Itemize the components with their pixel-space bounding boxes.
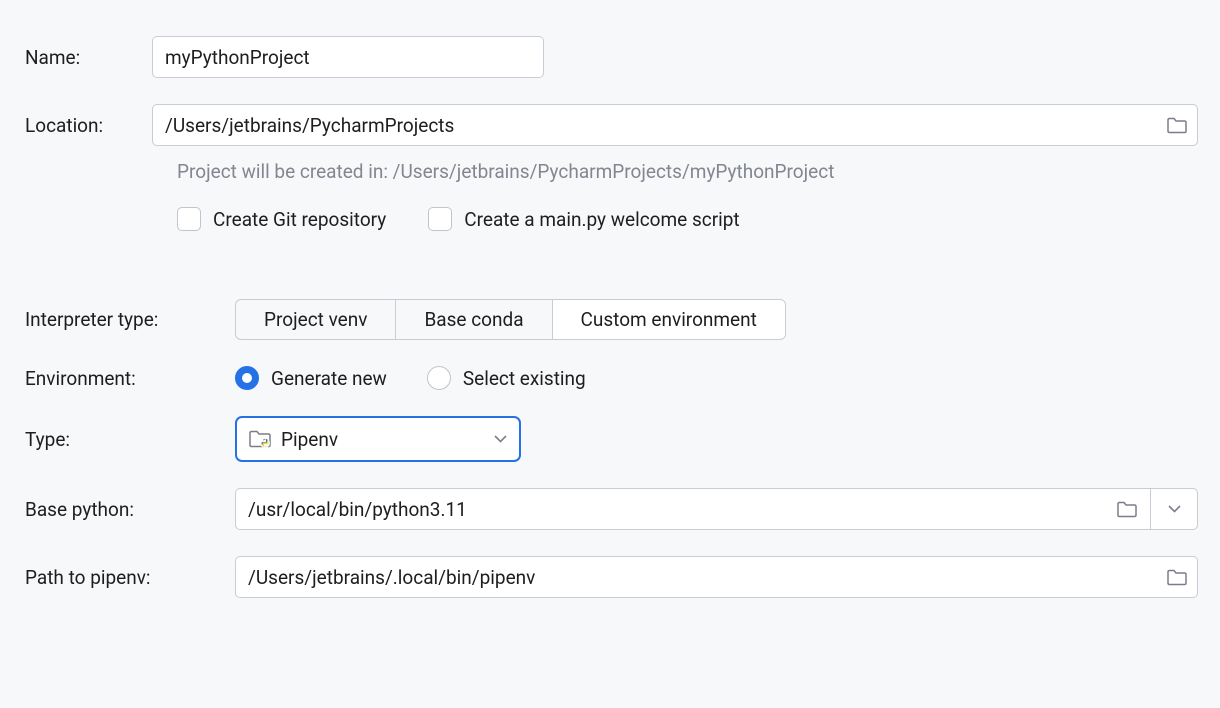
folder-icon — [1167, 117, 1187, 134]
checkbox-box — [428, 207, 452, 231]
python-folder-icon — [249, 430, 271, 449]
segment-custom-environment[interactable]: Custom environment — [553, 300, 785, 339]
folder-icon — [1117, 501, 1137, 518]
create-mainpy-label: Create a main.py welcome script — [464, 208, 739, 231]
base-python-dropdown-button[interactable] — [1150, 488, 1198, 530]
segment-project-venv[interactable]: Project venv — [236, 300, 396, 339]
path-to-pipenv-label: Path to pipenv: — [25, 566, 235, 589]
type-label: Type: — [25, 428, 235, 451]
chevron-down-icon — [1168, 505, 1181, 513]
radio-circle — [235, 366, 259, 390]
type-dropdown[interactable]: Pipenv — [235, 416, 521, 462]
chevron-down-icon — [494, 435, 507, 443]
base-python-input[interactable] — [235, 488, 1150, 530]
environment-label: Environment: — [25, 367, 235, 390]
name-label: Name: — [25, 46, 152, 69]
base-python-label: Base python: — [25, 498, 235, 521]
browse-base-python-button[interactable] — [1114, 496, 1140, 522]
interpreter-type-label: Interpreter type: — [25, 308, 235, 331]
segment-base-conda[interactable]: Base conda — [396, 300, 552, 339]
radio-select-existing-label: Select existing — [463, 367, 586, 390]
radio-generate-new[interactable]: Generate new — [235, 366, 387, 390]
browse-pipenv-button[interactable] — [1164, 564, 1190, 590]
type-dropdown-value: Pipenv — [281, 428, 338, 451]
interpreter-type-segmented: Project venv Base conda Custom environme… — [235, 299, 786, 340]
location-hint: Project will be created in: /Users/jetbr… — [177, 160, 1198, 183]
browse-location-button[interactable] — [1164, 112, 1190, 138]
radio-circle — [427, 366, 451, 390]
create-git-label: Create Git repository — [213, 208, 386, 231]
radio-generate-new-label: Generate new — [271, 367, 387, 390]
create-git-checkbox[interactable]: Create Git repository — [177, 207, 386, 231]
create-mainpy-checkbox[interactable]: Create a main.py welcome script — [428, 207, 739, 231]
name-input[interactable] — [152, 36, 544, 78]
location-label: Location: — [25, 114, 152, 137]
checkbox-box — [177, 207, 201, 231]
path-to-pipenv-input[interactable] — [235, 556, 1198, 598]
radio-select-existing[interactable]: Select existing — [427, 366, 586, 390]
location-input[interactable] — [152, 104, 1198, 146]
folder-icon — [1167, 569, 1187, 586]
